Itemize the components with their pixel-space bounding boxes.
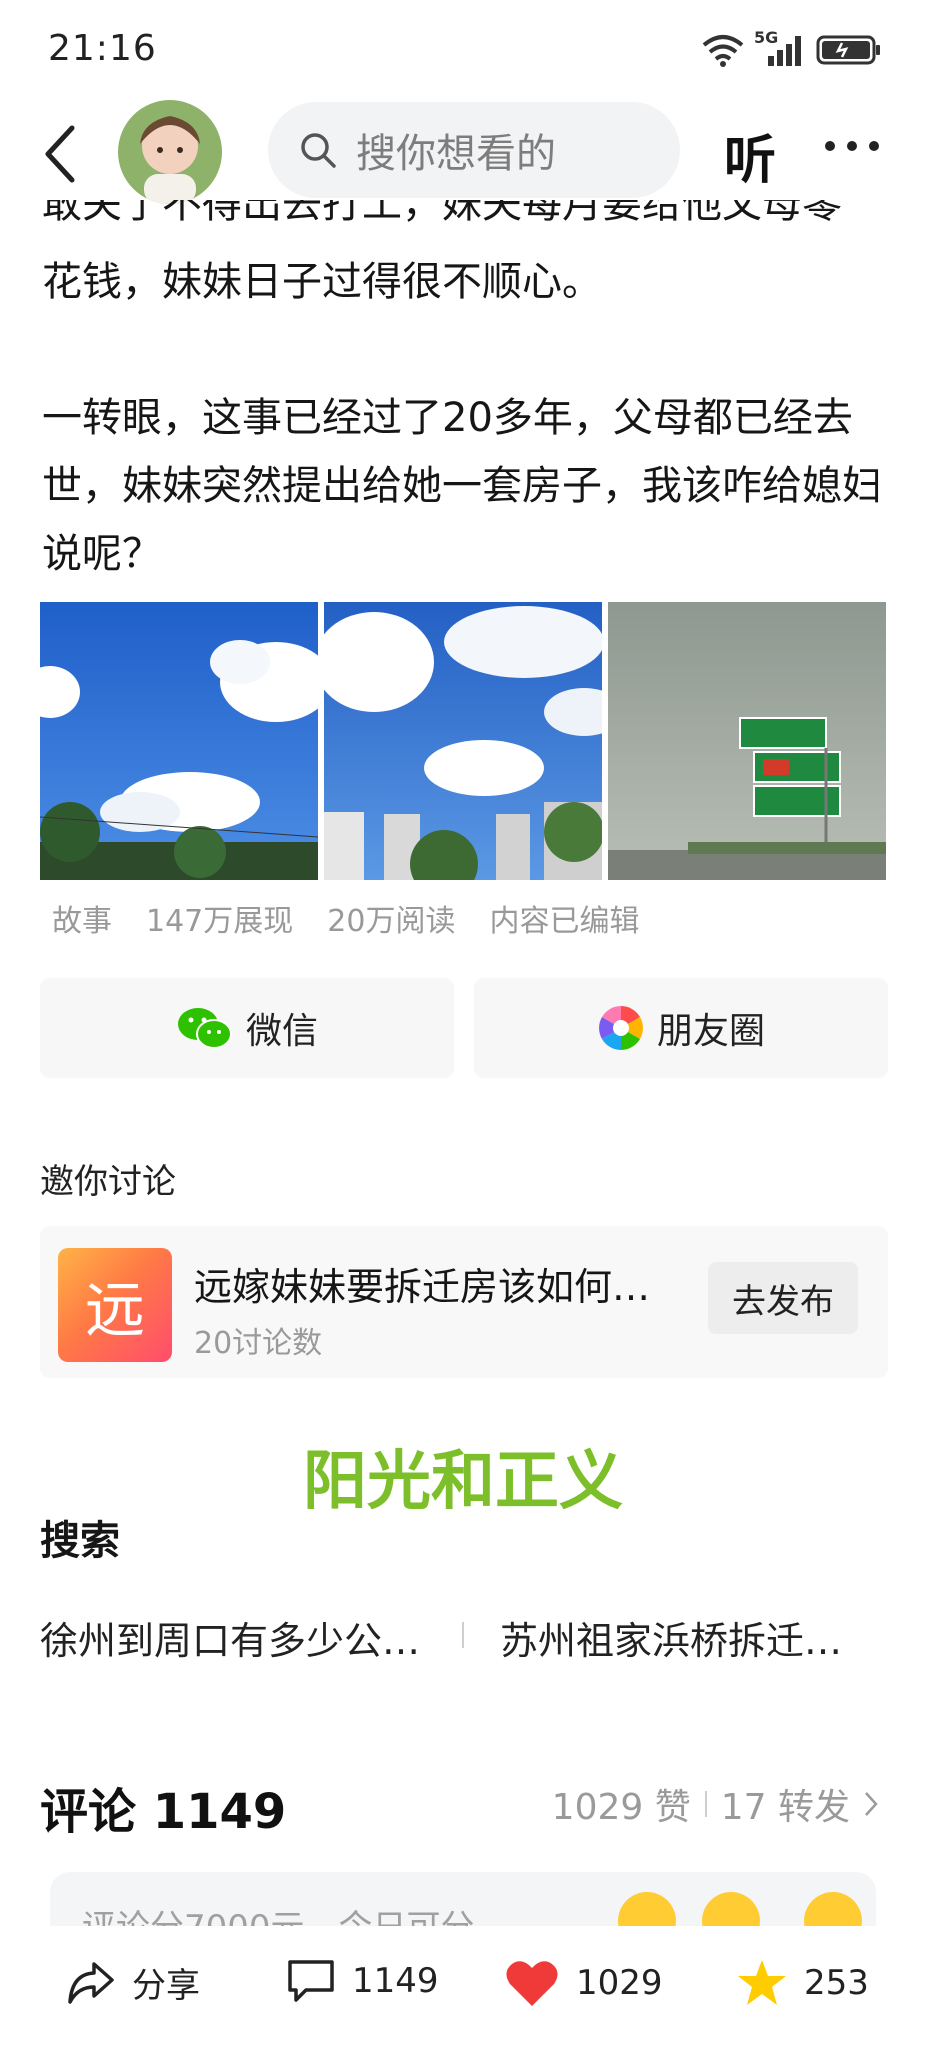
favorite-count: 253 bbox=[804, 1963, 869, 2003]
back-arrow-icon bbox=[45, 125, 75, 183]
meta-impressions: 147万展现 bbox=[146, 904, 294, 939]
like-button[interactable]: 1029 bbox=[504, 1958, 663, 2008]
article-image-road-sign[interactable] bbox=[608, 602, 886, 880]
watermark-text: 阳光和正义 bbox=[303, 1445, 623, 1519]
search-bar[interactable]: 搜你想看的 bbox=[268, 102, 680, 198]
meta-category: 故事 bbox=[52, 904, 112, 939]
emoji-laugh-cry-icon[interactable] bbox=[702, 1892, 760, 1930]
signal-icon: 5G bbox=[754, 28, 806, 68]
bottom-action-bar: 分享 1149 1029 253 bbox=[0, 1926, 926, 2048]
top-header: 搜你想看的 听 bbox=[0, 98, 926, 208]
like-count: 1029 bbox=[576, 1963, 663, 2003]
discussion-section-label: 邀你讨论 bbox=[40, 1162, 176, 1202]
wechat-icon bbox=[177, 1008, 232, 1049]
share-moments-button[interactable]: 朋友圈 bbox=[474, 978, 888, 1078]
comments-reposts: 17 转发 bbox=[720, 1787, 850, 1828]
avatar[interactable] bbox=[118, 100, 222, 204]
article-body: 花钱，妹妹日子过得很不顺心。 一转眼，这事已经过了20多年，父母都已经去世，妹妹… bbox=[42, 248, 890, 656]
discussion-count: 20讨论数 bbox=[194, 1326, 323, 1361]
search-placeholder: 搜你想看的 bbox=[356, 131, 556, 177]
article-cut-line: 敢关了不得出去打工，妹夫每月要给他父母零 bbox=[42, 200, 890, 244]
share-icon bbox=[68, 1961, 114, 2004]
search-icon bbox=[301, 133, 336, 168]
emoji-cry-icon[interactable] bbox=[804, 1892, 862, 1930]
divider bbox=[704, 1791, 707, 1817]
comment-icon bbox=[288, 1960, 334, 2002]
more-dots-icon bbox=[825, 141, 879, 151]
comments-title: 评论 1149 bbox=[40, 1784, 287, 1840]
discussion-thumbnail: 远 bbox=[58, 1248, 172, 1362]
share-moments-label: 朋友圈 bbox=[656, 1011, 765, 1052]
more-button[interactable] bbox=[822, 126, 882, 166]
heart-icon bbox=[506, 1961, 558, 2006]
discussion-card[interactable]: 远 远嫁妹妹要拆迁房该如何… 20讨论数 去发布 bbox=[40, 1226, 888, 1378]
star-icon bbox=[738, 1960, 786, 2005]
comment-input[interactable]: 评论分7000元，今日可分 bbox=[50, 1872, 876, 1930]
share-wechat-label: 微信 bbox=[245, 1011, 318, 1052]
divider bbox=[462, 1622, 464, 1648]
wifi-icon bbox=[702, 35, 744, 67]
comment-button[interactable]: 1149 bbox=[286, 1958, 439, 2004]
emoji-hot-icon[interactable] bbox=[618, 1892, 676, 1930]
battery-icon bbox=[816, 35, 880, 65]
moments-icon bbox=[599, 1006, 643, 1050]
back-button[interactable] bbox=[40, 122, 90, 186]
listen-button[interactable]: 听 bbox=[724, 118, 776, 193]
discussion-title: 远嫁妹妹要拆迁房该如何… bbox=[194, 1265, 651, 1309]
meta-edited: 内容已编辑 bbox=[489, 904, 640, 939]
share-label: 分享 bbox=[132, 1966, 200, 2006]
meta-reads: 20万阅读 bbox=[327, 904, 456, 939]
article-cut-text: 敢关了不得出去打工，妹夫每月要给他父母零 bbox=[42, 200, 842, 227]
comment-count: 1149 bbox=[352, 1961, 439, 2001]
article-image-sky-1[interactable] bbox=[40, 602, 318, 880]
comments-stats[interactable]: 1029 赞 17 转发 bbox=[552, 1778, 878, 1830]
publish-button[interactable]: 去发布 bbox=[708, 1262, 858, 1334]
chevron-right-icon bbox=[865, 1792, 878, 1816]
search-suggestion[interactable]: 徐州到周口有多少公… bbox=[40, 1610, 420, 1665]
search-suggestion[interactable]: 苏州祖家浜桥拆迁… bbox=[500, 1610, 842, 1665]
comments-likes: 1029 赞 bbox=[551, 1787, 691, 1828]
article-meta: 故事 147万展现 20万阅读 内容已编辑 bbox=[52, 896, 639, 940]
share-wechat-button[interactable]: 微信 bbox=[40, 978, 454, 1078]
status-time: 21:16 bbox=[48, 28, 157, 69]
status-icons: 5G bbox=[702, 28, 882, 70]
share-button[interactable]: 分享 bbox=[66, 1958, 200, 2007]
article-image-sky-2[interactable] bbox=[324, 602, 602, 880]
article-paragraph: 一转眼，这事已经过了20多年，父母都已经去世，妹妹突然提出给她一套房子，我该咋给… bbox=[42, 395, 882, 577]
search-section-title: 搜索 bbox=[40, 1518, 120, 1564]
article-paragraph: 花钱，妹妹日子过得很不顺心。 bbox=[42, 259, 602, 305]
favorite-button[interactable]: 253 bbox=[736, 1958, 869, 2008]
